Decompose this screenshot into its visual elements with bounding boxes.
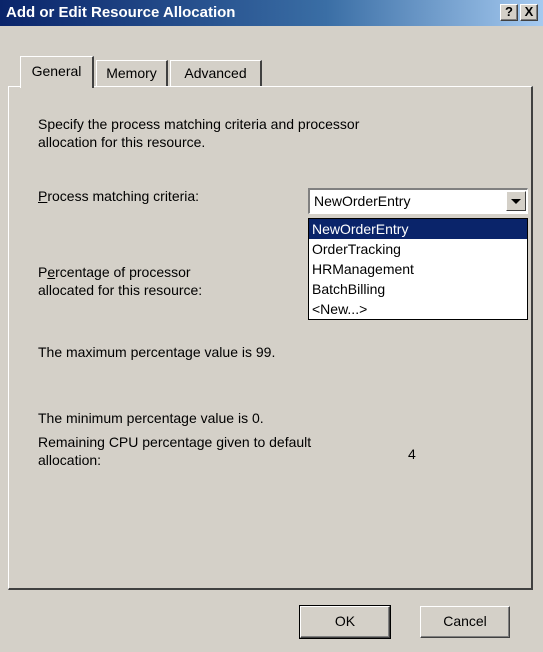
tab-memory-label: Memory bbox=[106, 65, 157, 81]
dropdown-option-ordertracking[interactable]: OrderTracking bbox=[309, 239, 527, 259]
criteria-label: Process matching criteria: bbox=[38, 188, 199, 204]
cancel-button[interactable]: Cancel bbox=[420, 606, 510, 638]
combobox-value: NewOrderEntry bbox=[314, 193, 411, 209]
criteria-label-accesskey: P bbox=[38, 188, 48, 204]
percentage-label-line-1: Percentage of processor bbox=[38, 264, 191, 280]
title-bar: Add or Edit Resource Allocation ? X bbox=[0, 0, 543, 26]
general-tab-panel bbox=[8, 86, 533, 590]
remaining-label-line-1: Remaining CPU percentage given to defaul… bbox=[38, 434, 312, 450]
remaining-label-line-2: allocation: bbox=[38, 452, 102, 468]
dropdown-option-hrmanagement[interactable]: HRManagement bbox=[309, 259, 527, 279]
percentage-label-rest: rcentage of processor bbox=[55, 264, 191, 280]
percentage-label-line-2: allocated for this resource: bbox=[38, 282, 203, 298]
percentage-label-first: P bbox=[38, 264, 48, 280]
dropdown-option-batchbilling[interactable]: BatchBilling bbox=[309, 279, 527, 299]
ok-button[interactable]: OK bbox=[299, 605, 391, 639]
percentage-label-accesskey: e bbox=[47, 264, 56, 280]
description-line-1: Specify the process matching criteria an… bbox=[38, 116, 360, 132]
chevron-down-icon[interactable] bbox=[506, 191, 526, 211]
min-percentage-text: The minimum percentage value is 0. bbox=[38, 410, 264, 426]
window-title: Add or Edit Resource Allocation bbox=[6, 4, 236, 21]
max-percentage-text: The maximum percentage value is 99. bbox=[38, 344, 276, 360]
description-line-2: allocation for this resource. bbox=[38, 134, 206, 150]
dropdown-option-neworderentry[interactable]: NewOrderEntry bbox=[309, 219, 527, 239]
dropdown-option-new[interactable]: <New...> bbox=[309, 299, 527, 319]
tab-memory[interactable]: Memory bbox=[96, 60, 168, 86]
tab-advanced-label: Advanced bbox=[184, 65, 247, 81]
tab-general-label: General bbox=[31, 63, 82, 79]
help-button[interactable]: ? bbox=[500, 4, 518, 21]
tab-general[interactable]: General bbox=[20, 56, 94, 88]
process-criteria-combobox[interactable]: NewOrderEntry bbox=[308, 188, 528, 214]
remaining-value: 4 bbox=[408, 446, 416, 462]
tab-advanced[interactable]: Advanced bbox=[170, 60, 262, 86]
process-criteria-dropdown: NewOrderEntry OrderTracking HRManagement… bbox=[308, 218, 528, 320]
criteria-label-rest: rocess matching criteria: bbox=[47, 188, 200, 204]
close-button[interactable]: X bbox=[520, 4, 538, 21]
